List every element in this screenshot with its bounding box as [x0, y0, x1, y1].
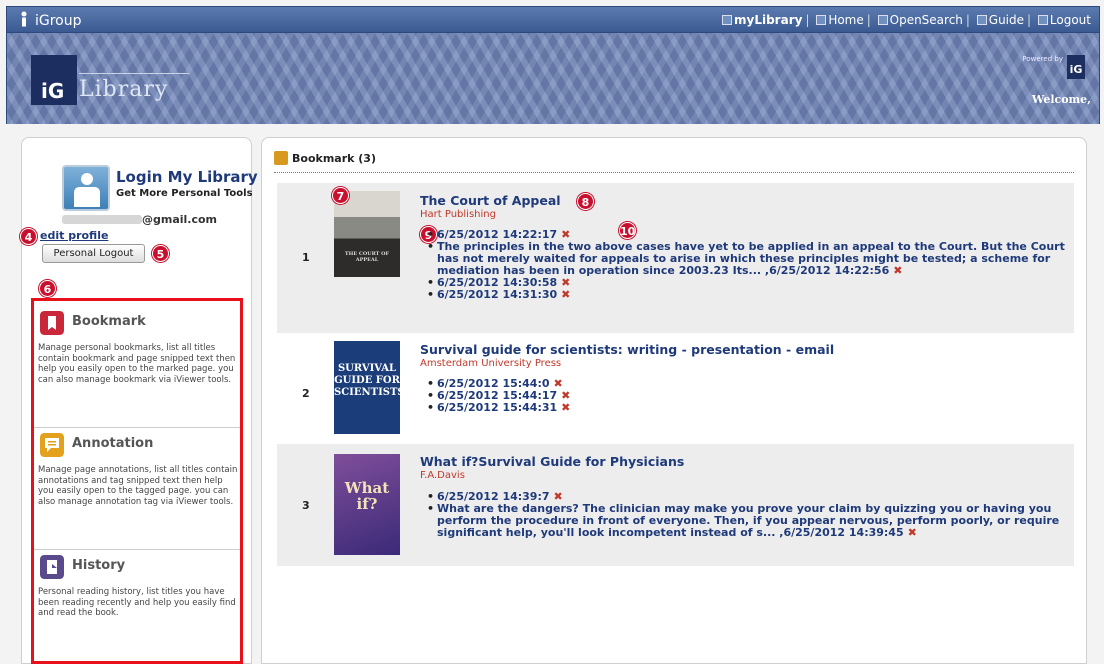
guide-link[interactable]: Guide: [989, 13, 1024, 27]
history-icon: [40, 555, 64, 579]
bookmark-entry-list: • 6/25/2012 14:22:17 ✖ • The principles in …: [427, 229, 1077, 301]
book-publisher: F.A.Davis: [420, 470, 465, 481]
callout-badge-4: 4: [20, 228, 37, 245]
top-links: myLibrary | Home | OpenSearch | Guide | Logo…: [722, 13, 1091, 27]
book-cover-what-if[interactable]: What if?: [334, 454, 400, 555]
powered-by-logo: iG: [1067, 55, 1085, 79]
book-cover-court-of-appeal[interactable]: THE COURT OF APPEAL: [334, 191, 400, 277]
tool-history-name: History: [72, 558, 126, 573]
opensearch-link[interactable]: OpenSearch: [890, 13, 963, 27]
bookmark-row: 3 What if? What if?Survival Guide for Ph…: [277, 444, 1074, 566]
tool-annotation-desc: Manage page annotations, list all titles…: [38, 465, 238, 507]
guide-icon: [976, 15, 987, 25]
bookmark-header-icon: [274, 151, 288, 165]
bookmark-icon: [40, 311, 64, 335]
cover-title: SURVIVAL GUIDE FOR SCIENTISTS: [334, 363, 405, 398]
welcome-text: Welcome,: [1031, 93, 1091, 106]
bookmark-entry-link[interactable]: 6/25/2012 14:31:30: [437, 288, 557, 301]
bookmark-entry-link[interactable]: The principles in the two above cases ha…: [437, 240, 1065, 277]
brand-name: iGroup: [35, 13, 82, 29]
tool-history-desc: Personal reading history, list titles yo…: [38, 587, 236, 618]
logo-ig-text: iG: [41, 79, 65, 103]
delete-bookmark-icon[interactable]: ✖: [908, 526, 917, 539]
callout-badge-7: 7: [332, 187, 349, 204]
bookmark-entry: • 6/25/2012 14:31:30 ✖: [427, 288, 571, 301]
redacted-email-name: [62, 215, 142, 224]
bookmark-entry-list: • 6/25/2012 15:44:0 ✖ • 6/25/2012 15:44:17 ✖…: [427, 378, 1077, 414]
login-my-library-title: Login My Library: [116, 168, 258, 186]
cover-title: What if?: [344, 479, 390, 513]
book-cover-survival-guide[interactable]: SURVIVAL GUIDE FOR SCIENTISTS: [334, 341, 405, 434]
logout-icon: [1037, 15, 1048, 25]
left-sidebar: Login My Library Get More Personal Tools…: [20, 137, 258, 664]
annotation-icon: [40, 433, 64, 457]
bookmark-section-header: Bookmark (3): [274, 151, 376, 165]
book-title-link[interactable]: The Court of Appeal: [420, 193, 561, 208]
book-publisher: Hart Publishing: [420, 209, 496, 220]
bookmark-entry: • The principles in the two above cases h…: [427, 240, 1065, 277]
igroup-logo-icon: [21, 11, 27, 27]
mylibrary-icon: [722, 15, 732, 25]
book-title-link[interactable]: What if?Survival Guide for Physicians: [420, 454, 684, 469]
personal-logout-button[interactable]: Personal Logout: [42, 244, 145, 263]
book-publisher: Amsterdam University Press: [420, 358, 562, 369]
callout-badge-5: 5: [152, 245, 169, 262]
email-domain: @gmail.com: [142, 213, 218, 226]
bookmark-entry: • What are the dangers? The clinician may…: [427, 502, 1060, 539]
tool-bookmark-name: Bookmark: [72, 314, 146, 329]
bookmark-entry-link[interactable]: 6/25/2012 15:44:31: [437, 401, 557, 414]
mylibrary-link[interactable]: myLibrary: [734, 13, 802, 27]
edit-profile-link[interactable]: edit profile: [40, 229, 108, 242]
bookmark-entry-list: • 6/25/2012 14:39:7 ✖ • What are the danger…: [427, 491, 1077, 539]
book-title-link[interactable]: Survival guide for scientists: writing -…: [420, 342, 834, 357]
tool-bookmark-desc: Manage personal bookmarks, list all titl…: [38, 343, 236, 385]
logout-link[interactable]: Logout: [1050, 13, 1091, 27]
user-email: @gmail.com: [62, 213, 217, 226]
header-banner: iG Library Powered by iG Welcome,: [6, 33, 1100, 124]
bookmark-entry-link[interactable]: What are the dangers? The clinician may …: [437, 502, 1059, 539]
home-icon: [816, 15, 827, 25]
logo-library-text: Library: [79, 77, 169, 102]
powered-by-label: Powered by: [1022, 55, 1063, 63]
callout-badge-6: 6: [39, 280, 56, 297]
delete-bookmark-icon[interactable]: ✖: [561, 288, 570, 301]
row-number: 3: [302, 499, 310, 512]
bookmark-main-panel: Bookmark (3) 1 THE COURT OF APPEAL 7 The…: [261, 137, 1087, 664]
bookmark-row: 1 THE COURT OF APPEAL 7 The Court of App…: [277, 183, 1074, 333]
bookmark-row: 2 SURVIVAL GUIDE FOR SCIENTISTS Survival…: [277, 336, 1074, 440]
login-subtitle: Get More Personal Tools: [116, 188, 253, 199]
user-avatar-icon: [62, 165, 110, 211]
brand-logo[interactable]: iGroup: [17, 11, 82, 29]
row-number: 2: [302, 387, 310, 400]
opensearch-icon: [877, 15, 888, 25]
callout-badge-8: 8: [577, 193, 594, 210]
bookmark-entry: • 6/25/2012 15:44:31 ✖: [427, 401, 571, 414]
bookmark-count-title: Bookmark (3): [292, 152, 376, 165]
row-number: 1: [302, 251, 310, 264]
personal-tools-box: Bookmark Manage personal bookmarks, list…: [31, 298, 243, 664]
delete-bookmark-icon[interactable]: ✖: [561, 401, 570, 414]
home-link[interactable]: Home: [828, 13, 863, 27]
tool-annotation-name: Annotation: [72, 436, 154, 451]
top-navigation-bar: iGroup myLibrary | Home | OpenSearch | Guid…: [6, 6, 1100, 33]
cover-title: THE COURT OF APPEAL: [344, 251, 390, 263]
delete-bookmark-icon[interactable]: ✖: [893, 264, 902, 277]
